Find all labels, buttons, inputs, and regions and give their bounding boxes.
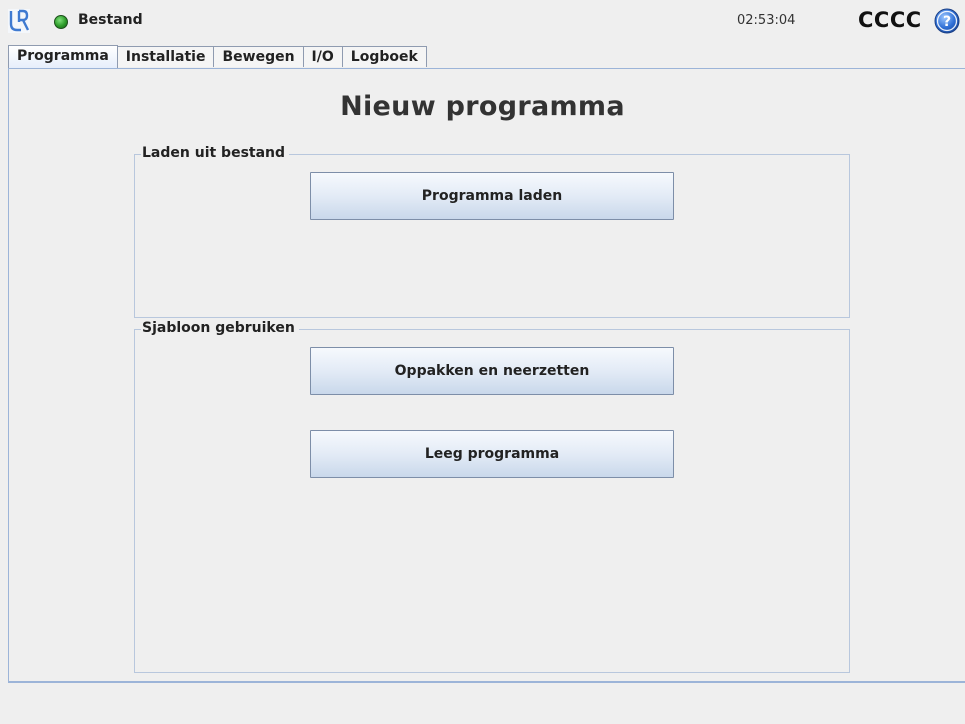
pick-and-place-button[interactable]: Oppakken en neerzetten bbox=[310, 347, 674, 395]
robot-name: CCCC bbox=[858, 8, 922, 32]
file-menu-button[interactable]: Bestand bbox=[78, 12, 143, 28]
top-bar: Bestand 02:53:04 CCCC ? bbox=[0, 0, 965, 44]
clock: 02:53:04 bbox=[737, 13, 796, 28]
tab-bar: Programma Installatie Bewegen I/O Logboe… bbox=[8, 45, 427, 68]
svg-text:?: ? bbox=[943, 14, 951, 30]
robot-status-icon bbox=[54, 15, 68, 29]
load-program-button[interactable]: Programma laden bbox=[310, 172, 674, 220]
tab-bewegen[interactable]: Bewegen bbox=[213, 46, 304, 67]
template-group-label: Sjabloon gebruiken bbox=[141, 320, 299, 336]
use-template-group: Sjabloon gebruiken Oppakken en neerzette… bbox=[134, 320, 850, 673]
help-icon[interactable]: ? bbox=[934, 8, 960, 34]
tab-logboek[interactable]: Logboek bbox=[341, 46, 427, 67]
empty-program-button[interactable]: Leeg programma bbox=[310, 430, 674, 478]
bottom-divider bbox=[8, 681, 965, 683]
tab-programma[interactable]: Programma bbox=[8, 45, 118, 68]
load-group-label: Laden uit bestand bbox=[141, 145, 290, 161]
tab-installatie[interactable]: Installatie bbox=[116, 46, 215, 67]
tab-io[interactable]: I/O bbox=[302, 46, 343, 67]
page-title: Nieuw programma bbox=[340, 91, 625, 122]
ur-logo-icon bbox=[8, 9, 30, 33]
load-from-file-group: Laden uit bestand Programma laden bbox=[134, 145, 850, 318]
